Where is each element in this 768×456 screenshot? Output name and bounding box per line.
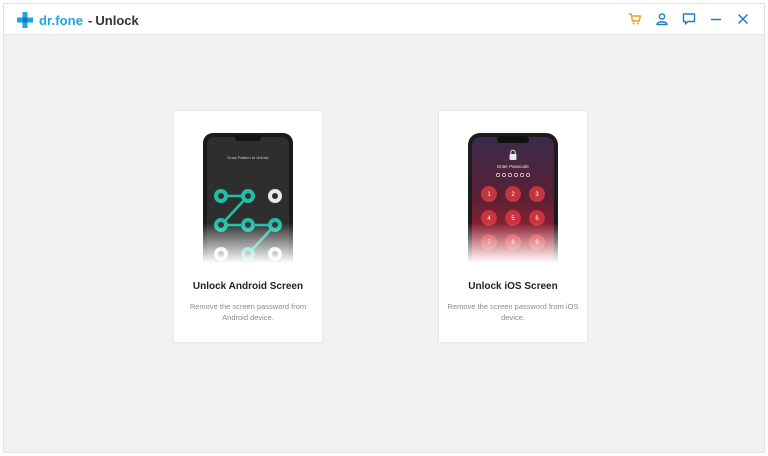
cart-button[interactable] bbox=[626, 10, 644, 28]
ios-phone-illustration: Enter Passcode 1 2 3 4 5 6 bbox=[464, 133, 562, 263]
android-screen-text: Draw Pattern to Unlock bbox=[227, 155, 268, 160]
ios-screen-text: Enter Passcode bbox=[497, 164, 529, 169]
minimize-icon bbox=[711, 18, 721, 21]
unlock-android-card[interactable]: Draw Pattern to Unlock Unlock Android Sc… bbox=[173, 110, 323, 343]
minimize-button[interactable] bbox=[707, 10, 725, 28]
app-window: dr.fone - Unlock bbox=[3, 3, 765, 453]
user-icon bbox=[656, 13, 668, 26]
android-card-title: Unlock Android Screen bbox=[192, 281, 304, 292]
android-phone-illustration: Draw Pattern to Unlock bbox=[199, 133, 297, 263]
unlock-ios-card[interactable]: Enter Passcode 1 2 3 4 5 6 Unlock iOS Sc… bbox=[438, 110, 588, 343]
feedback-icon bbox=[682, 13, 696, 25]
ios-card-description: Remove the screen password from iOS devi… bbox=[447, 302, 579, 322]
close-button[interactable] bbox=[734, 10, 752, 28]
account-button[interactable] bbox=[653, 10, 671, 28]
drfone-logo-icon bbox=[17, 12, 33, 28]
title-actions bbox=[617, 10, 752, 28]
ios-card-title: Unlock iOS Screen bbox=[468, 281, 558, 292]
title-separator: - bbox=[88, 12, 93, 28]
brand: dr.fone - Unlock bbox=[16, 11, 139, 29]
feedback-button[interactable] bbox=[680, 10, 698, 28]
android-card-description: Remove the screen password from Android … bbox=[189, 302, 307, 322]
close-icon bbox=[737, 13, 749, 25]
module-title: Unlock bbox=[95, 12, 139, 28]
brand-name: dr.fone bbox=[39, 12, 84, 28]
cart-icon bbox=[629, 13, 642, 25]
title-bar: dr.fone - Unlock bbox=[4, 4, 764, 35]
